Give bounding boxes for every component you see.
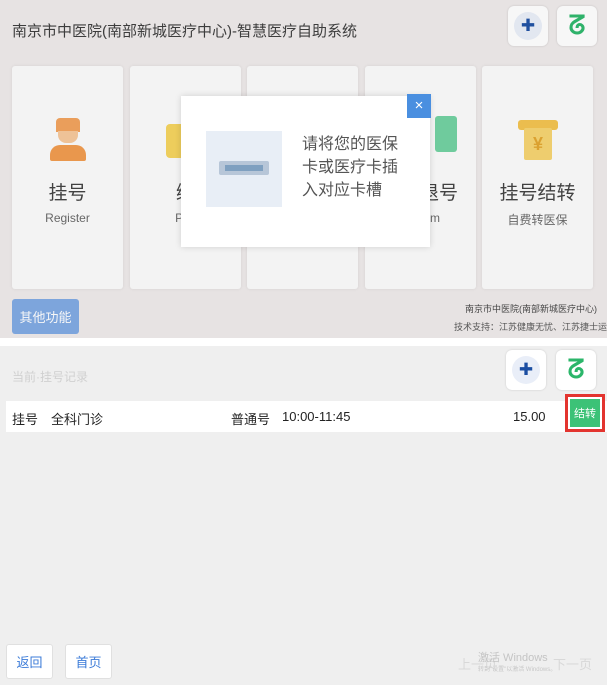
ok-hand-icon: ᘔ bbox=[567, 354, 585, 384]
row-level: 普通号 bbox=[231, 412, 271, 427]
home-button[interactable]: 首页 bbox=[65, 644, 112, 679]
screenshot-divider bbox=[0, 338, 607, 346]
row-time: 10:00-11:45 bbox=[282, 409, 351, 424]
main-menu-screen: 南京市中医院(南部新城医疗中心)-智慧医疗自助系统 ✚ ᘔ 挂号 Registe… bbox=[0, 0, 607, 338]
insert-card-dialog: × 请将您的医保卡或医疗卡插入对应卡槽 bbox=[181, 94, 431, 247]
row-department: 全科门诊 bbox=[51, 412, 104, 427]
registration-list-screen: 当前·挂号记录 ✚ ᘔ 挂号 全科门诊 普通号 10:00-11:45 15.0… bbox=[0, 346, 607, 685]
card-slot-icon bbox=[206, 131, 282, 207]
hospital-emblem-icon: ✚ bbox=[512, 356, 540, 384]
next-page-link[interactable]: 下一页 bbox=[553, 654, 592, 673]
table-row[interactable]: 挂号 全科门诊 普通号 10:00-11:45 15.00 bbox=[6, 401, 607, 432]
settle-button[interactable]: 结转 bbox=[570, 399, 600, 427]
row-type: 挂号 bbox=[12, 412, 39, 427]
insert-card-message: 请将您的医保卡或医疗卡插入对应卡槽 bbox=[302, 136, 399, 199]
hospital-logo: ✚ bbox=[506, 350, 546, 390]
close-icon[interactable]: × bbox=[407, 94, 431, 118]
row-fee: 15.00 bbox=[513, 409, 546, 424]
settle-highlight: 结转 bbox=[565, 394, 605, 432]
back-button[interactable]: 返回 bbox=[6, 644, 53, 679]
page-title: 当前·挂号记录 bbox=[12, 370, 88, 384]
windows-watermark: 激活 Windows bbox=[478, 652, 548, 664]
windows-watermark-hint: 转到"设置"以激活 Windows。 bbox=[478, 667, 557, 673]
ok-logo: ᘔ bbox=[556, 350, 596, 390]
